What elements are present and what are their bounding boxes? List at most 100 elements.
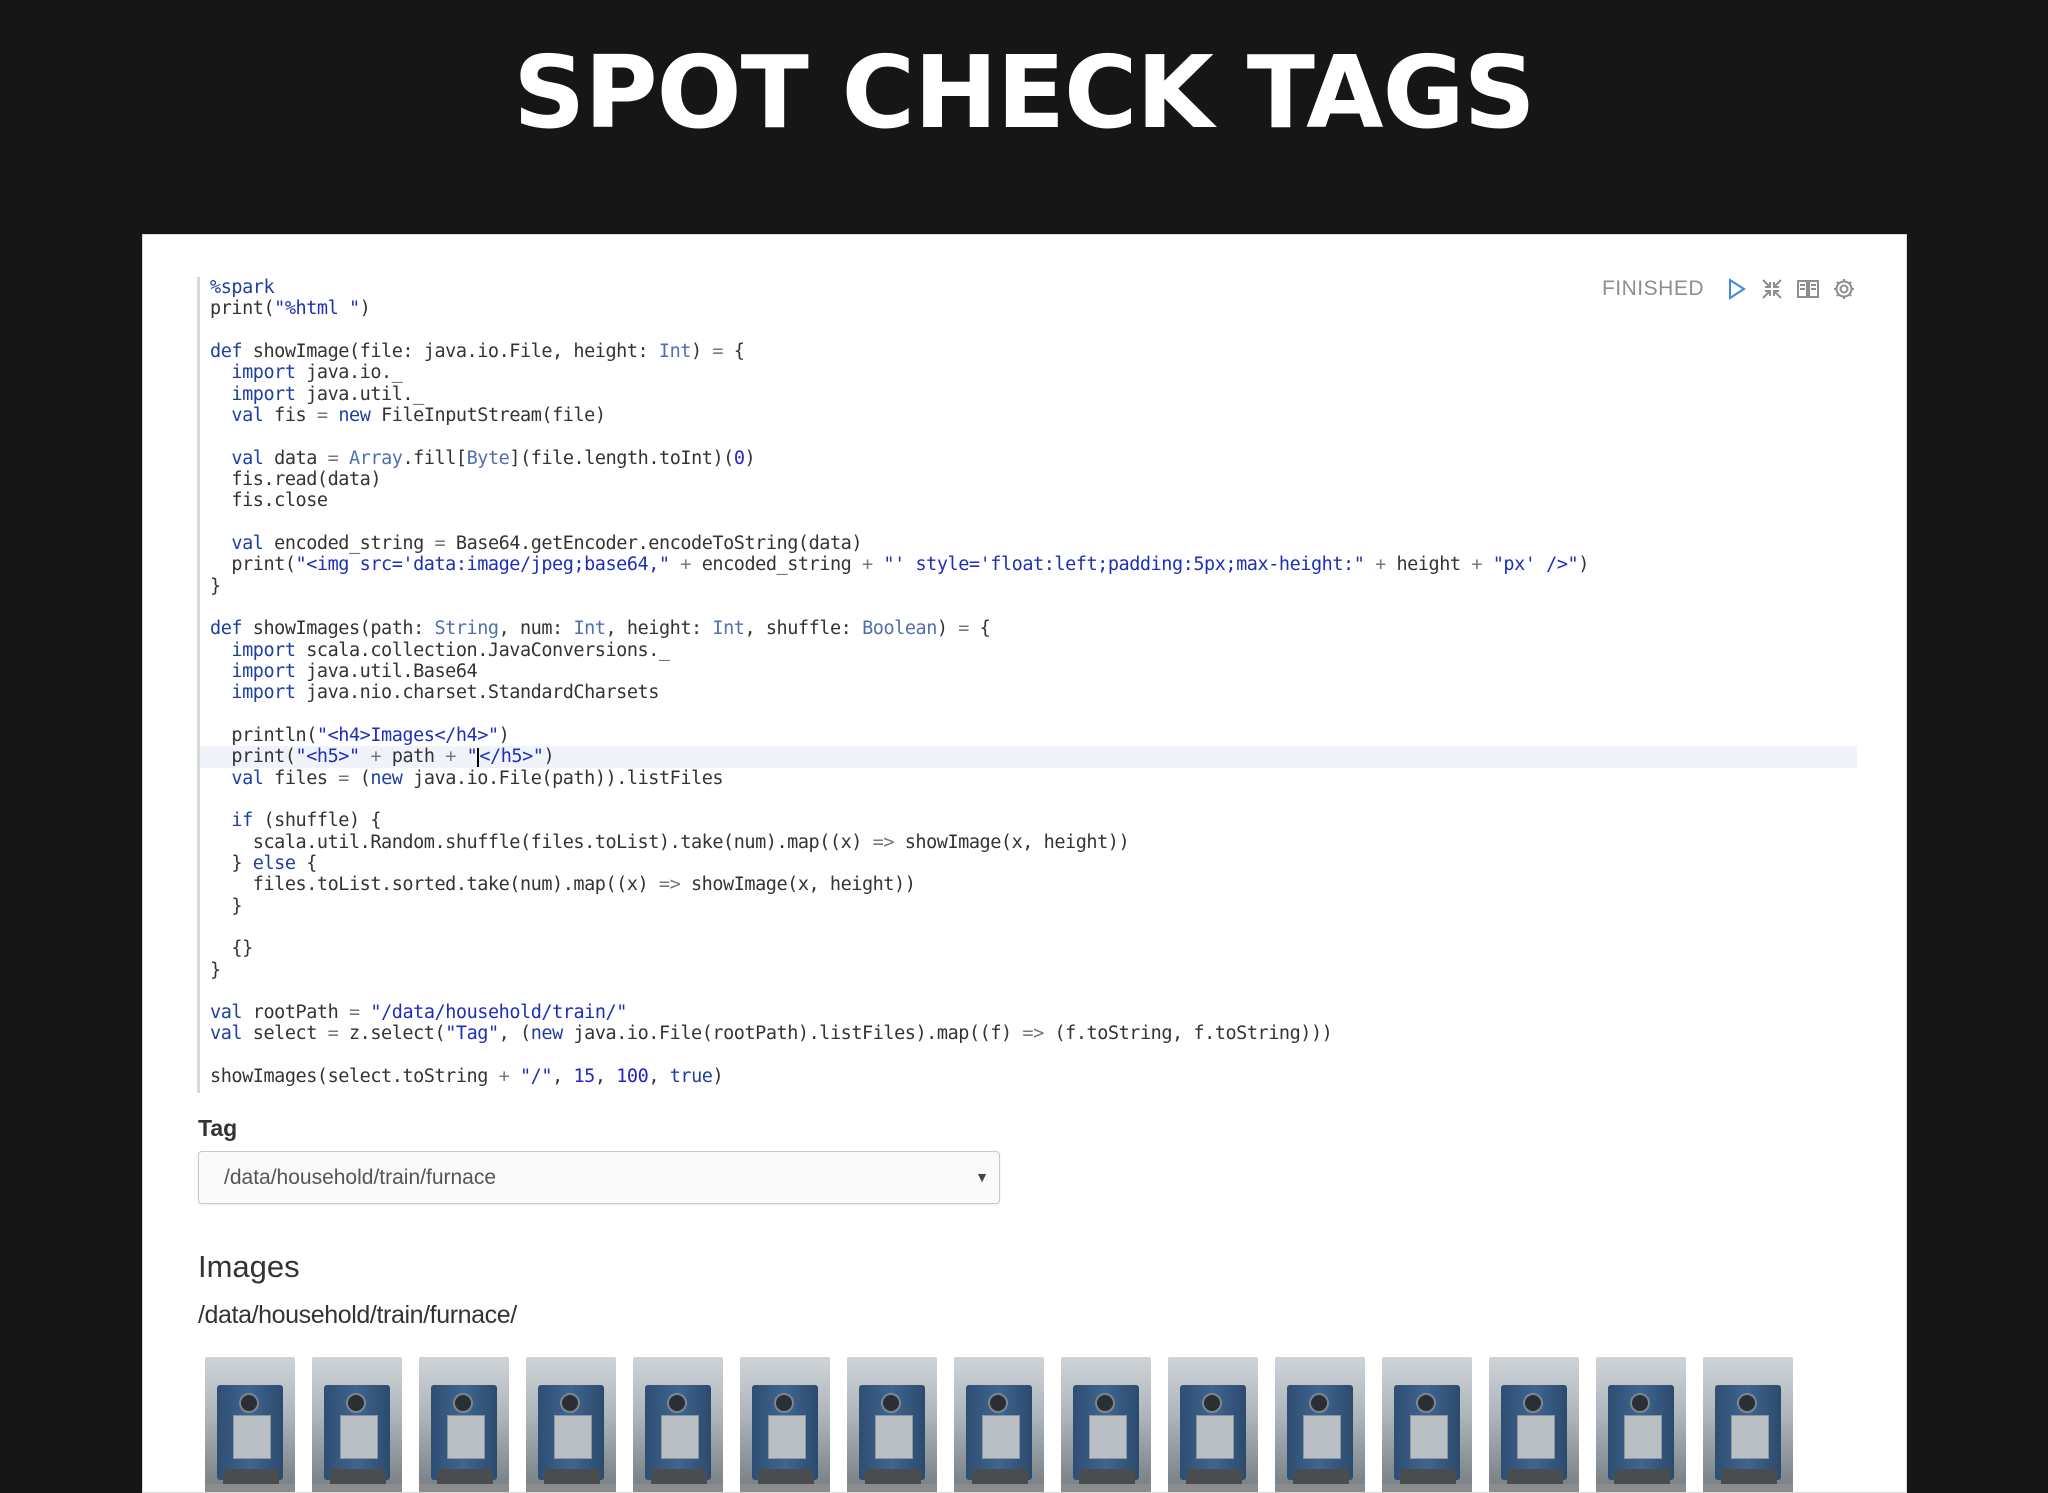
code-line[interactable]: import scala.collection.JavaConversions.… (200, 640, 1857, 661)
code-line[interactable]: } (200, 576, 1857, 597)
code-line[interactable] (200, 426, 1857, 447)
code-line[interactable] (200, 320, 1857, 341)
code-line[interactable]: import java.nio.charset.StandardCharsets (200, 682, 1857, 703)
code-token: = (348, 1002, 360, 1024)
code-line[interactable] (200, 981, 1857, 1002)
code-line[interactable]: {} (200, 938, 1857, 959)
image-detail (774, 1393, 794, 1413)
code-token: select (242, 1023, 328, 1045)
select-label: Tag (198, 1115, 238, 1141)
image-detail (1095, 1393, 1115, 1413)
code-token: ( (349, 767, 371, 789)
code-token: = (434, 532, 446, 554)
code-line[interactable]: def showImages(path: String, num: Int, h… (200, 618, 1857, 639)
code-token: def (210, 340, 243, 362)
image-detail (982, 1415, 1020, 1459)
furnace-image (1275, 1357, 1365, 1492)
code-token: showImage(file: java.io.File, height: (242, 340, 659, 362)
code-token: val (231, 767, 264, 789)
code-line[interactable]: val fis = new FileInputStream(file) (200, 405, 1857, 426)
image-detail (1596, 1484, 1686, 1492)
code-line[interactable]: } (200, 896, 1857, 917)
code-line[interactable]: print("<h5>" + path + " </h5>") (200, 746, 1857, 768)
code-token: encoded_string (263, 532, 435, 554)
code-line[interactable]: fis.close (200, 490, 1857, 511)
code-token: ](file.length.toInt)( (509, 447, 734, 469)
code-token: = (316, 404, 328, 426)
code-token: => (872, 831, 895, 853)
image-detail (1517, 1415, 1555, 1459)
code-token: "' style='float:left;padding:5px;max-hei… (883, 554, 1365, 576)
code-line[interactable] (200, 789, 1857, 810)
code-line[interactable]: } else { (200, 853, 1857, 874)
code-token: "px' />" (1492, 554, 1579, 576)
code-token: 0 (733, 447, 745, 469)
code-line[interactable]: val select = z.select("Tag", (new java.i… (200, 1023, 1857, 1044)
code-line[interactable] (200, 917, 1857, 938)
code-line[interactable] (200, 597, 1857, 618)
code-line[interactable]: val data = Array.fill[Byte](file.length.… (200, 448, 1857, 469)
furnace-image (419, 1357, 509, 1492)
image-detail (239, 1393, 259, 1413)
image-detail (1731, 1415, 1769, 1459)
code-editor[interactable]: %spark print("%html ") def showImage(file… (197, 277, 1857, 1093)
code-line[interactable]: showImages(select.toString + "/", 15, 10… (200, 1066, 1857, 1087)
code-line[interactable]: def showImage(file: java.io.File, height… (200, 341, 1857, 362)
code-line[interactable]: val rootPath = "/data/household/train/" (200, 1002, 1857, 1023)
code-token: print( (210, 554, 296, 576)
code-line[interactable]: import java.io._ (200, 362, 1857, 383)
code-line[interactable] (200, 512, 1857, 533)
image-detail (419, 1484, 509, 1492)
image-thumbnails (205, 1357, 1793, 1492)
code-token: ) (712, 1066, 724, 1088)
code-line[interactable]: print("<img src='data:image/jpeg;base64,… (200, 554, 1857, 575)
code-token: Base64.getEncoder.encodeToString(data) (445, 532, 863, 554)
code-token: showImage(x, height)) (680, 874, 916, 896)
code-line[interactable]: files.toList.sorted.take(num).map((x) =>… (200, 874, 1857, 895)
code-line[interactable] (200, 1045, 1857, 1066)
code-token: => (658, 874, 681, 896)
image-detail (1168, 1484, 1258, 1492)
image-detail (1275, 1484, 1365, 1492)
code-token: import (231, 660, 296, 682)
image-detail (447, 1415, 485, 1459)
code-line[interactable]: import java.util.Base64 (200, 661, 1857, 682)
code-token: 15 (573, 1066, 595, 1088)
code-line[interactable]: if (shuffle) { (200, 810, 1857, 831)
code-token: , (552, 1066, 574, 1088)
code-line[interactable]: val files = (new java.io.File(path)).lis… (200, 768, 1857, 789)
image-detail (312, 1484, 402, 1492)
image-detail (1061, 1484, 1151, 1492)
slide-title: SPOT CHECK TAGS (513, 34, 1535, 151)
code-line[interactable]: fis.read(data) (200, 469, 1857, 490)
code-line[interactable]: %spark (200, 277, 1857, 298)
code-line[interactable]: import java.util._ (200, 384, 1857, 405)
tag-select[interactable]: /data/household/train/furnace ▼ (198, 1151, 1000, 1204)
code-token: + (680, 554, 691, 576)
image-detail (1309, 1393, 1329, 1413)
code-token: "Tag" (445, 1023, 499, 1045)
code-token: rootPath (242, 1002, 349, 1024)
code-token: (shuffle) { (252, 810, 382, 832)
code-line[interactable]: print("%html ") (200, 298, 1857, 319)
code-line[interactable]: scala.util.Random.shuffle(files.toList).… (200, 832, 1857, 853)
code-token: java.nio.charset.StandardCharsets (295, 682, 659, 704)
image-detail (1416, 1393, 1436, 1413)
code-token: , num: (498, 618, 574, 640)
image-detail (340, 1415, 378, 1459)
images-path: /data/household/train/furnace/ (198, 1301, 517, 1329)
code-line[interactable]: val encoded_string = Base64.getEncoder.e… (200, 533, 1857, 554)
code-line[interactable]: println("<h4>Images</h4>") (200, 725, 1857, 746)
image-detail (1624, 1415, 1662, 1459)
code-line[interactable] (200, 704, 1857, 725)
furnace-image (205, 1357, 295, 1492)
code-token: = (712, 340, 724, 362)
code-line[interactable]: } (200, 960, 1857, 981)
image-detail (1523, 1393, 1543, 1413)
furnace-image (1703, 1357, 1793, 1492)
images-heading: Images (198, 1249, 300, 1284)
